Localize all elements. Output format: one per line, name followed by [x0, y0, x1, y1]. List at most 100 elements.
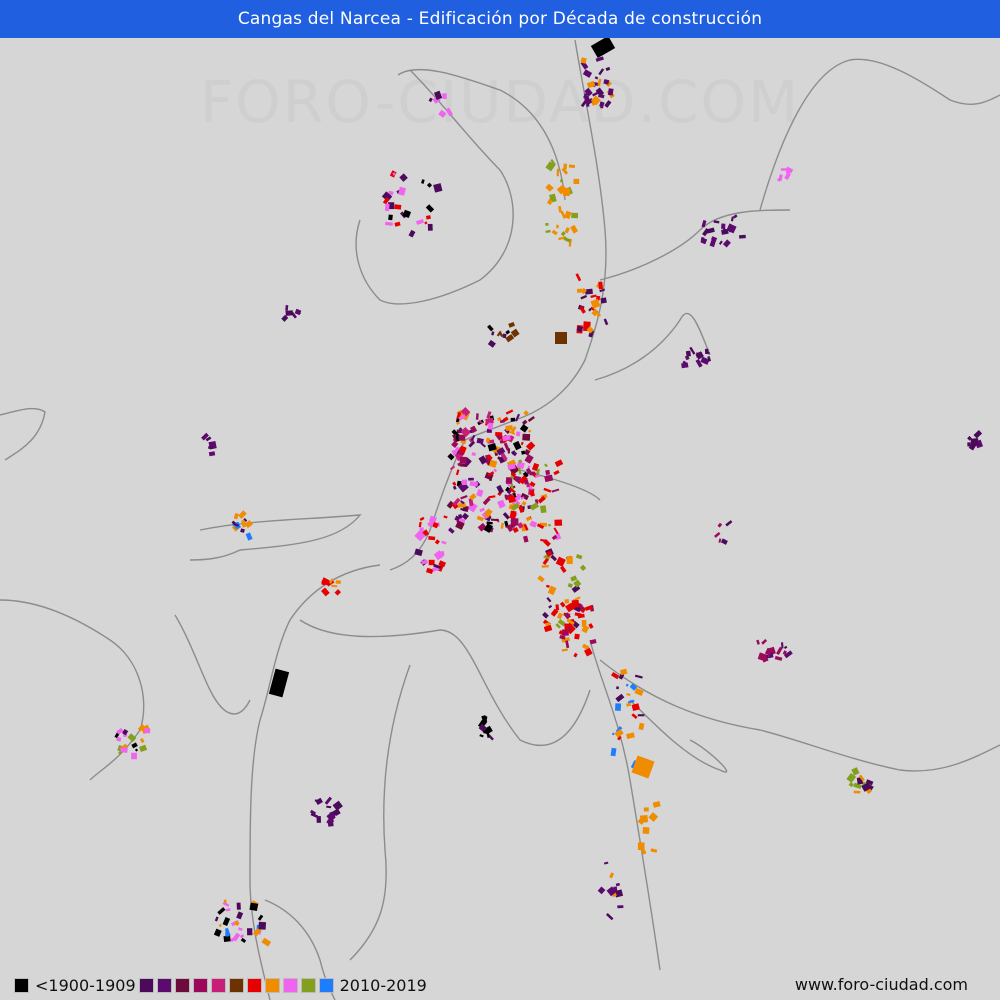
building-footprint [505, 334, 515, 343]
building-footprint [408, 229, 416, 238]
legend-swatch [138, 977, 154, 993]
building-footprint [240, 528, 245, 533]
road-east-1 [599, 209, 791, 281]
title-bar: Cangas del Narcea - Edificación por Déca… [0, 0, 1000, 38]
building-footprint [549, 186, 554, 190]
building-footprint [281, 314, 289, 322]
building-footprint [554, 519, 563, 526]
road-east-2 [594, 312, 711, 381]
building-footprint [637, 714, 645, 717]
building-footprint [496, 484, 504, 494]
building-footprint [214, 916, 219, 922]
building-footprint [488, 495, 496, 499]
building-footprint [419, 516, 425, 521]
building-footprint [778, 174, 783, 182]
building-footprint [783, 645, 788, 650]
building-footprint [399, 173, 408, 182]
legend-swatch [264, 977, 280, 993]
building-footprint [217, 907, 226, 915]
road-west-2 [0, 599, 145, 781]
building-footprint [594, 76, 599, 80]
building-footprint [285, 310, 294, 316]
building-footprint [487, 324, 494, 332]
building-footprint [331, 584, 338, 588]
building-footprint [502, 333, 507, 339]
building-footprint [425, 204, 435, 213]
building-footprint [579, 564, 587, 572]
building-footprint [561, 648, 568, 652]
building-footprint [236, 911, 244, 920]
building-footprint [427, 223, 433, 231]
legend-swatch [300, 977, 316, 993]
building-footprint [643, 819, 648, 823]
buildings-layer [114, 56, 984, 947]
building-footprint [438, 109, 447, 118]
building-footprint [650, 848, 658, 853]
road-west [0, 407, 46, 461]
building-footprint [540, 538, 546, 542]
building-footprint [603, 79, 610, 85]
building-footprint [208, 451, 216, 457]
building-footprint [491, 331, 495, 336]
building-footprint [595, 56, 604, 62]
building-footprint [520, 441, 524, 446]
building-footprint [554, 459, 564, 468]
building-footprint [510, 417, 516, 422]
building-footprint [416, 218, 425, 225]
building-footprint [567, 583, 573, 588]
building-footprint [571, 212, 579, 219]
building-footprint [505, 409, 514, 415]
building-footprint [528, 429, 532, 433]
road-south [589, 639, 661, 971]
building-footprint [334, 589, 342, 596]
building-footprint [240, 937, 247, 943]
road-south-loop [299, 619, 591, 747]
building-footprint [634, 674, 643, 679]
building-footprint [471, 452, 476, 456]
building-footprint [564, 599, 570, 604]
building-footprint [525, 441, 536, 451]
road-network [0, 39, 1000, 1000]
building-footprint [502, 512, 511, 520]
building-footprint [544, 474, 554, 483]
building-footprint [428, 97, 433, 103]
building-footprint [479, 507, 486, 513]
building-footprint [497, 499, 506, 509]
building-footprint [551, 488, 560, 493]
building-footprint [326, 805, 332, 809]
legend-swatch [318, 977, 334, 993]
building-footprint [527, 415, 535, 422]
building-footprint [704, 348, 709, 354]
building-footprint [461, 479, 468, 486]
building-footprint [233, 920, 240, 927]
building-footprint [556, 168, 560, 177]
building-footprint [615, 882, 621, 887]
building-footprint [398, 186, 406, 196]
building-footprint [384, 203, 390, 212]
building-footprint [522, 433, 531, 441]
building-footprint [246, 928, 253, 936]
building-footprint [761, 638, 768, 645]
building-footprint [127, 733, 137, 743]
road-southwest-loop [174, 614, 251, 715]
building-footprint [213, 928, 222, 937]
building-footprint [568, 626, 571, 631]
road-northeast [759, 58, 1000, 211]
building-footprint [546, 596, 552, 603]
building-footprint [617, 905, 624, 909]
building-footprint [560, 179, 563, 183]
legend-last-label: 2010-2019 [339, 975, 427, 995]
building-footprint [556, 224, 559, 229]
building-footprint [208, 446, 214, 449]
building-footprint [560, 565, 567, 573]
building-footprint [738, 234, 746, 239]
building-footprint [335, 580, 341, 584]
building-footprint [442, 93, 447, 99]
building-footprint [458, 434, 466, 441]
website-credit: www.foro-ciudad.com [794, 975, 968, 994]
building-footprint [441, 540, 447, 545]
building-footprint [973, 430, 983, 439]
building-footprint [570, 575, 578, 582]
building-footprint [443, 515, 448, 519]
building-footprint [564, 227, 570, 234]
